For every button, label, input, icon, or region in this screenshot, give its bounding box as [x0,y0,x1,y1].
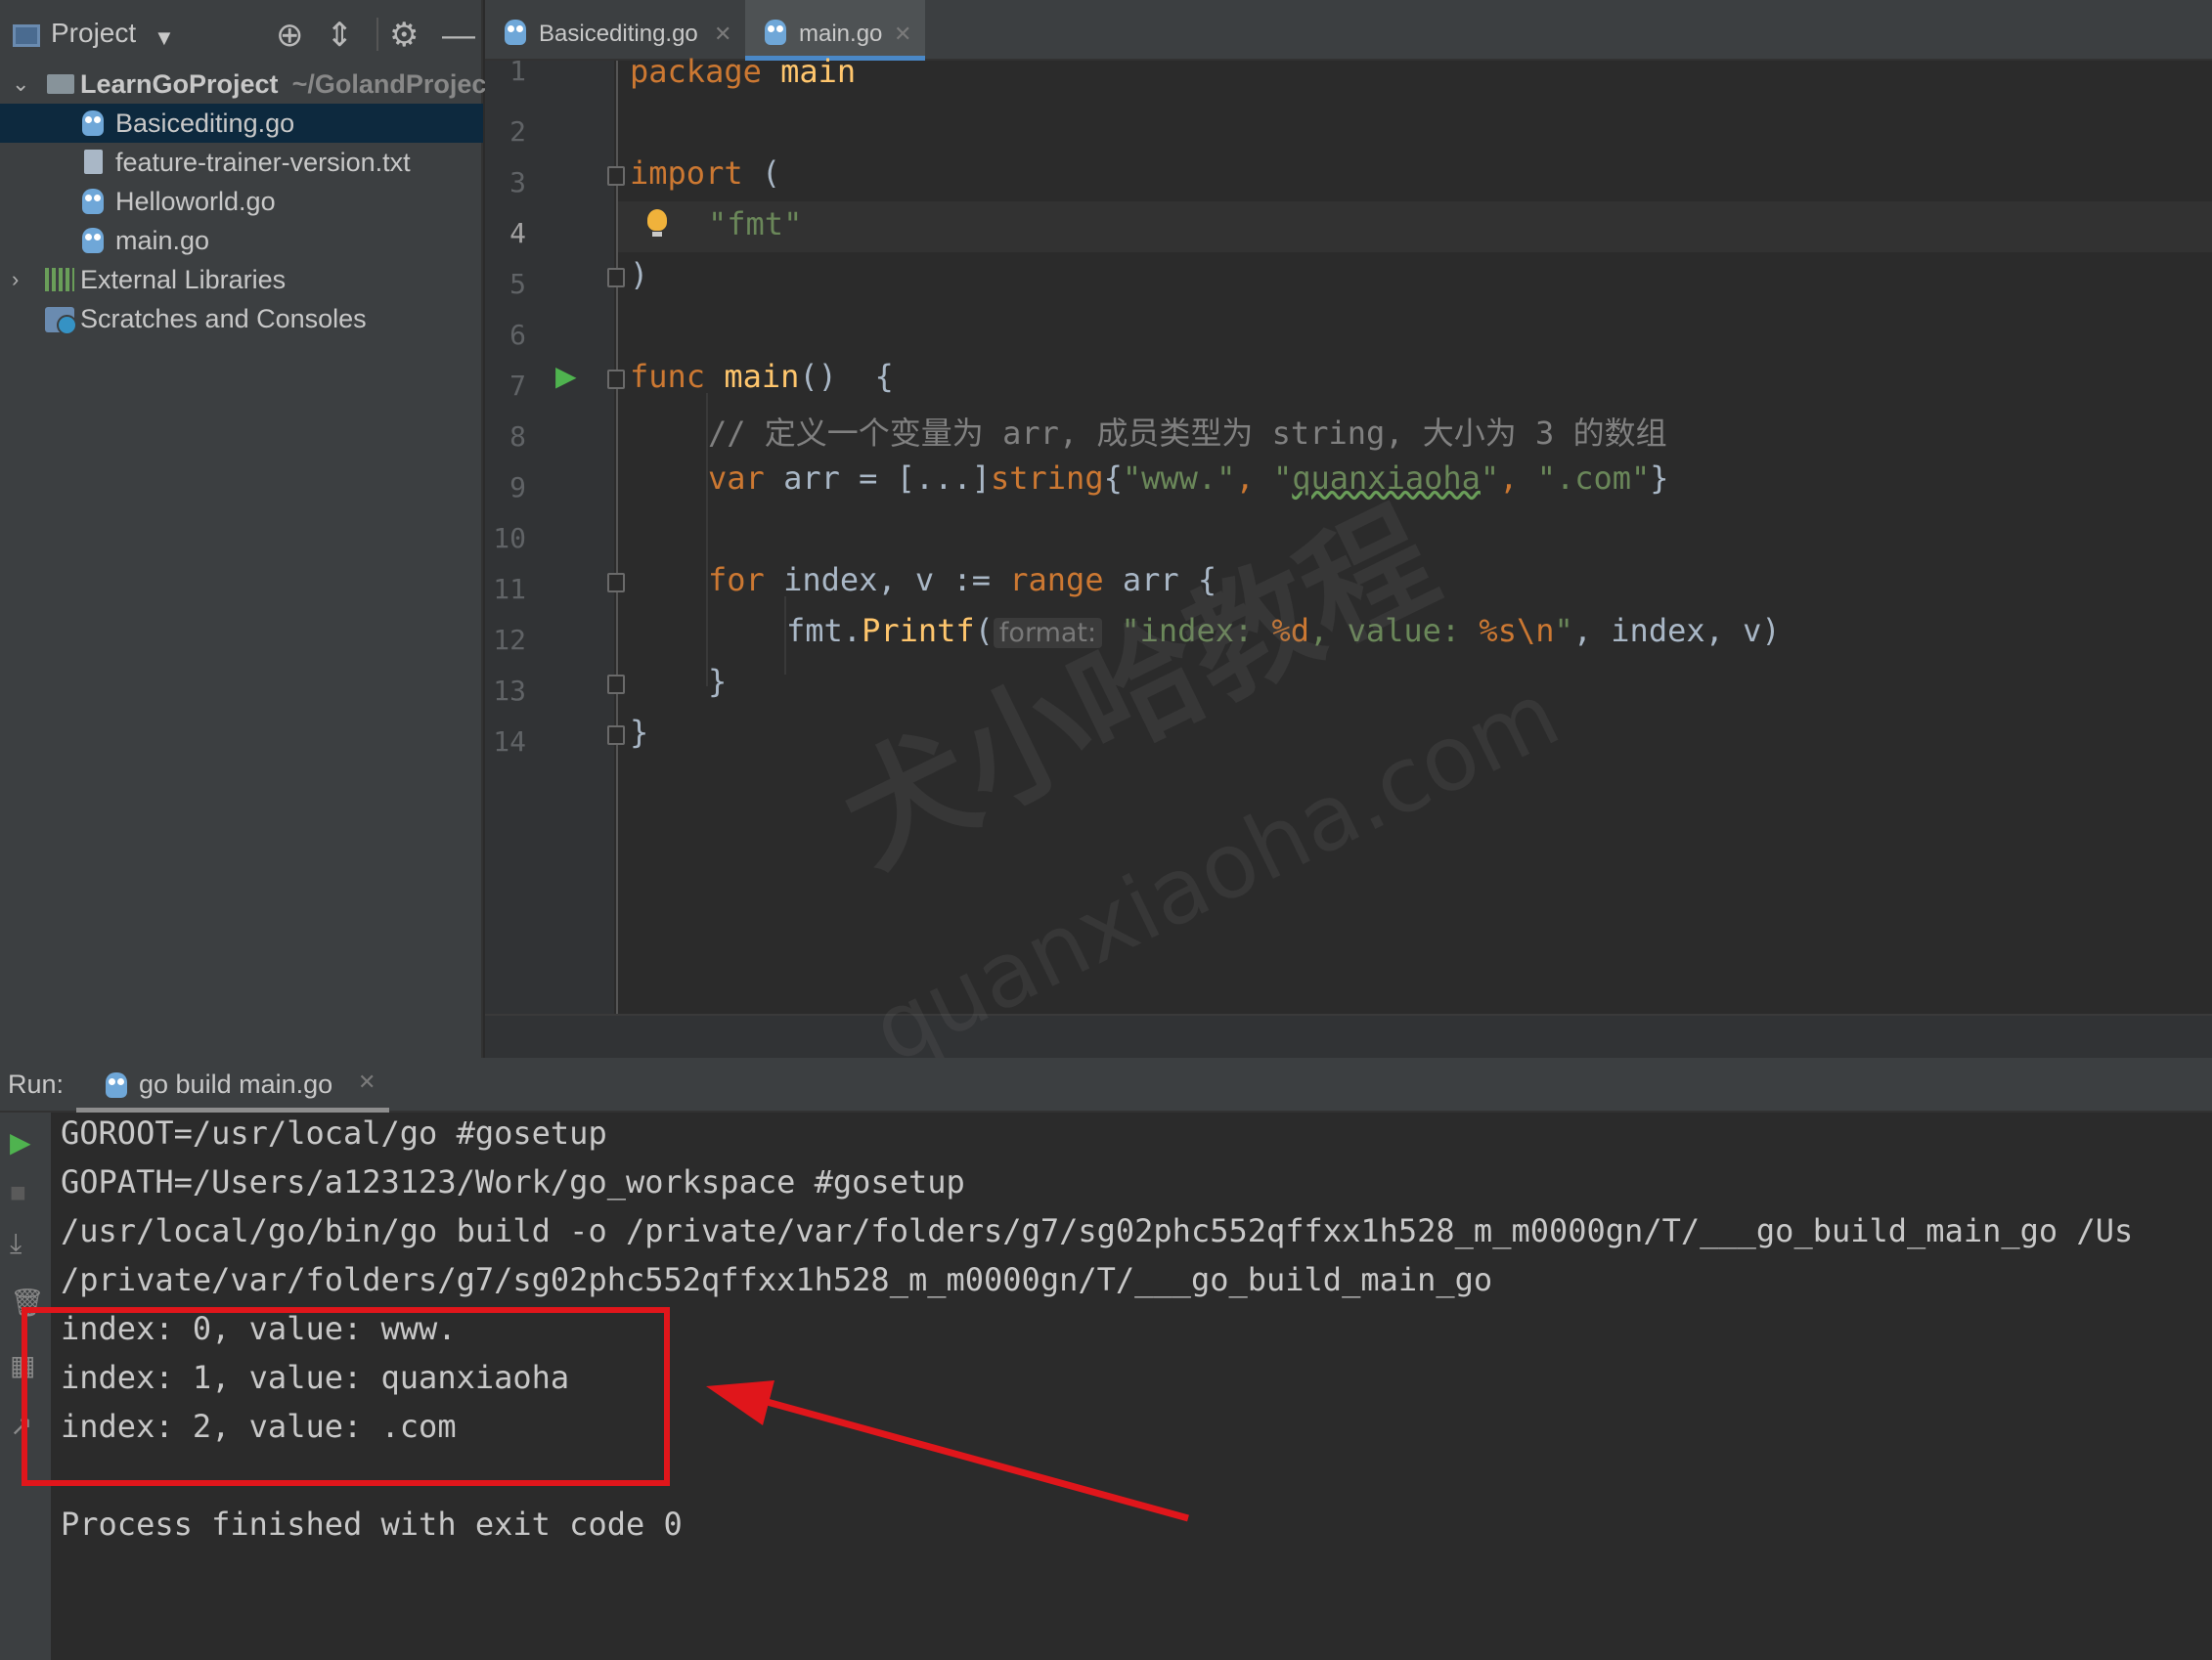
annotation-arrow-icon [706,1380,1189,1522]
